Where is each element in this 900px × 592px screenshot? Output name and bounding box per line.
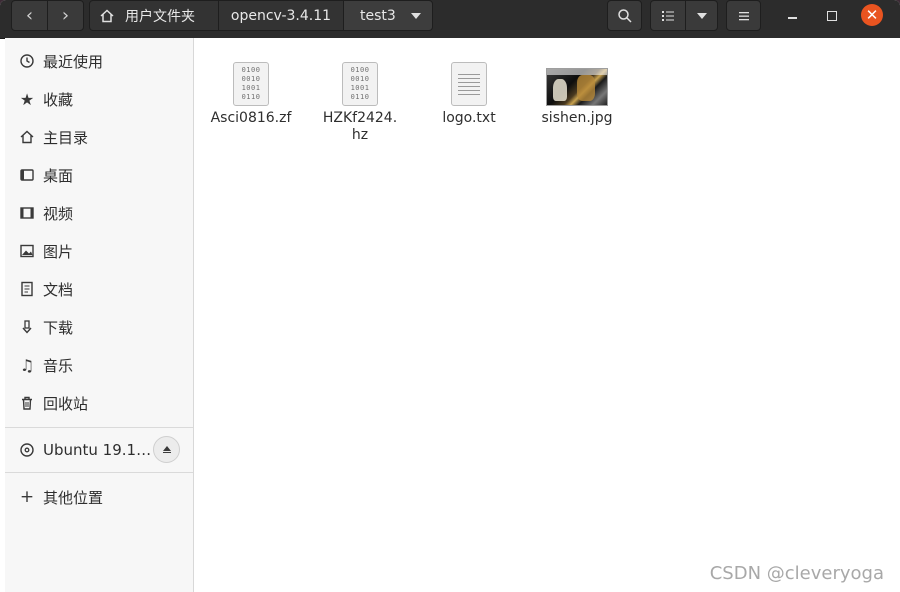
text-file-icon: [451, 62, 487, 106]
maximize-button[interactable]: [821, 6, 843, 26]
list-view-icon: [662, 10, 674, 21]
sidebar-item-label: 文档: [43, 280, 74, 299]
sidebar-separator: [5, 427, 193, 428]
home-icon: [100, 8, 114, 22]
clock-icon: [17, 53, 37, 69]
binary-file-icon: 0100 0010 1001 0110: [342, 62, 378, 106]
sidebar-item-recent[interactable]: 最近使用: [5, 43, 193, 79]
sidebar-item-label: 其他位置: [43, 488, 104, 507]
close-button[interactable]: ✕: [861, 4, 883, 26]
breadcrumb-test3-label: test3: [360, 7, 396, 24]
plus-icon: +: [19, 487, 35, 507]
sidebar-item-music[interactable]: ♫ 音乐: [5, 347, 193, 383]
sidebar-item-label: 最近使用: [43, 52, 104, 71]
breadcrumb-opencv-label: opencv-3.4.11: [230, 7, 332, 24]
sidebar-item-label: 回收站: [43, 394, 89, 413]
desktop-icon: [17, 167, 37, 183]
view-options-button[interactable]: [685, 0, 718, 31]
sidebar-item-label: 收藏: [43, 90, 74, 109]
watermark: CSDN @cleveryoga: [709, 563, 884, 584]
chevron-down-icon: [696, 12, 707, 19]
file-icon-bits: 0110: [350, 93, 370, 101]
sidebar-item-starred[interactable]: ★ 收藏: [5, 81, 193, 117]
file-icon-bits: 0110: [241, 93, 261, 101]
chevron-left-icon: ‹: [25, 5, 34, 26]
file-icon-bits: 0010: [241, 75, 261, 83]
breadcrumb-opencv[interactable]: opencv-3.4.11: [218, 0, 344, 31]
sidebar-item-downloads[interactable]: 下载: [5, 309, 193, 345]
list-view-button[interactable]: [650, 0, 686, 31]
file-item[interactable]: sishen.jpg: [532, 62, 622, 127]
breadcrumb-home[interactable]: 用户文件夹: [89, 0, 219, 31]
picture-icon: [17, 243, 37, 259]
sidebar-item-device[interactable]: Ubuntu 19.1…: [5, 432, 193, 468]
minimize-icon: [787, 17, 797, 19]
disc-icon: [17, 442, 37, 458]
breadcrumb-test3[interactable]: test3: [343, 0, 433, 31]
sidebar-item-other-locations[interactable]: + 其他位置: [5, 479, 193, 515]
file-item[interactable]: logo.txt: [424, 62, 514, 127]
file-name: HZKf2424. hz: [322, 110, 398, 143]
breadcrumb-home-label: 用户文件夹: [125, 8, 195, 25]
file-name: Asci0816.zf: [210, 110, 292, 126]
forward-button[interactable]: ›: [47, 0, 84, 31]
search-icon: [617, 8, 632, 23]
sidebar-separator: [5, 472, 193, 473]
sidebar-item-label: 下载: [43, 318, 74, 337]
sidebar-item-label: 主目录: [43, 128, 89, 147]
file-icon-bits: 0100: [241, 66, 261, 74]
eject-icon: [162, 445, 171, 454]
sidebar-item-home[interactable]: 主目录: [5, 119, 193, 155]
sidebar-item-label: 桌面: [43, 166, 74, 185]
sidebar-item-documents[interactable]: 文档: [5, 271, 193, 307]
chevron-right-icon: ›: [61, 5, 70, 26]
file-icon-bits: 0010: [350, 75, 370, 83]
music-icon: ♫: [19, 355, 35, 375]
file-name: sishen.jpg: [541, 110, 613, 126]
close-icon: ✕: [865, 5, 879, 24]
file-icon-bits: 1001: [241, 84, 261, 92]
hamburger-icon: [738, 11, 749, 20]
header-bar: ‹ › 用户文件夹 opencv-3.4.11 test3 ✕: [0, 0, 900, 39]
search-button[interactable]: [607, 0, 642, 31]
menu-button[interactable]: [726, 0, 761, 31]
sidebar-item-pictures[interactable]: 图片: [5, 233, 193, 269]
file-item[interactable]: 0100 0010 1001 0110 Asci0816.zf: [206, 62, 296, 127]
sidebar-item-label: Ubuntu 19.1…: [43, 441, 152, 459]
file-item[interactable]: 0100 0010 1001 0110 HZKf2424. hz: [315, 62, 405, 144]
star-icon: ★: [19, 89, 35, 109]
trash-icon: [17, 395, 37, 411]
chevron-down-icon: [411, 13, 421, 19]
binary-file-icon: 0100 0010 1001 0110: [233, 62, 269, 106]
document-icon: [17, 281, 37, 297]
file-name: logo.txt: [442, 110, 496, 126]
sidebar: 最近使用 ★ 收藏 主目录 桌面 视频 图片 文档 下载 ♫ 音乐 回收站 Ub…: [5, 38, 194, 592]
home-icon: [17, 129, 37, 145]
file-manager-window: ‹ › 用户文件夹 opencv-3.4.11 test3 ✕ 最近使用 ★ 收…: [0, 0, 900, 592]
video-icon: [17, 205, 37, 221]
image-thumbnail: [546, 68, 608, 106]
eject-button[interactable]: [153, 436, 180, 463]
sidebar-item-videos[interactable]: 视频: [5, 195, 193, 231]
sidebar-item-label: 音乐: [43, 356, 74, 375]
sidebar-item-label: 视频: [43, 204, 74, 223]
sidebar-item-label: 图片: [43, 242, 74, 261]
back-button[interactable]: ‹: [11, 0, 48, 31]
maximize-icon: [827, 11, 837, 21]
file-view: 0100 0010 1001 0110 Asci0816.zf 0100 001…: [194, 38, 900, 592]
download-icon: [17, 319, 37, 335]
file-icon-bits: 1001: [350, 84, 370, 92]
sidebar-item-desktop[interactable]: 桌面: [5, 157, 193, 193]
file-icon-bits: 0100: [350, 66, 370, 74]
sidebar-item-trash[interactable]: 回收站: [5, 385, 193, 421]
minimize-button[interactable]: [781, 6, 803, 26]
